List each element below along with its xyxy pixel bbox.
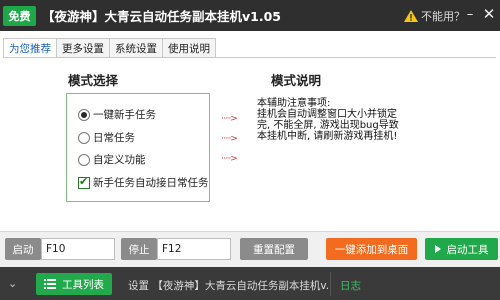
tab-instructions[interactable]: 使用说明 — [162, 38, 216, 57]
add-to-desktop-button[interactable]: 一键添加到桌面 — [326, 238, 417, 260]
mode-select-title: 模式选择 — [68, 73, 119, 88]
radio-checked-icon[interactable] — [78, 108, 90, 121]
chevron-down-icon[interactable]: ⌄ — [8, 277, 17, 290]
tab-more-settings[interactable]: 更多设置 — [56, 38, 110, 57]
note-line: 完, 不能全屏, 游戏出现bug导致 — [257, 120, 399, 131]
tool-list-button[interactable]: 工具列表 — [36, 273, 112, 295]
note-line: 本挂机中断, 请刷新游戏再挂机! — [257, 131, 398, 142]
option-label: 日常任务 — [93, 132, 135, 144]
not-working-label: 不能用？ — [421, 10, 465, 23]
minimize-button[interactable]: – — [462, 6, 478, 22]
option-label: 新手任务自动接日常任务 — [93, 177, 209, 189]
close-button[interactable]: ✕ — [481, 5, 497, 23]
start-tool-button[interactable]: 启动工具 — [425, 238, 498, 260]
radio-unchecked-icon[interactable] — [78, 153, 90, 166]
app-title: 【夜游神】大青云自动任务副本挂机v1.05 — [42, 9, 281, 24]
mode-explain-text: 本辅助注意事项: 挂机会自动调整窗口大小并锁定 完, 不能全屏, 游戏出现bug… — [257, 98, 417, 142]
option-label: 自定义功能 — [93, 154, 146, 166]
tab-divider — [3, 57, 496, 58]
checkbox-checked-icon[interactable] — [78, 175, 90, 189]
arrow-indicator: ·····> — [221, 154, 238, 164]
tool-list-label: 工具列表 — [62, 278, 104, 291]
warning-icon — [404, 10, 418, 22]
status-text: 设置 【夜游神】大青云自动任务副本挂机v... — [128, 280, 328, 292]
option-auto-daily-checkbox[interactable]: 新手任务自动接日常任务 — [78, 175, 209, 190]
start-tool-label: 启动工具 — [446, 243, 489, 256]
stop-hotkey-label: 停止 — [121, 238, 157, 260]
free-badge: 免费 — [3, 5, 36, 26]
tab-recommended[interactable]: 为您推荐 — [3, 38, 57, 58]
reset-config-button[interactable]: 重置配置 — [240, 238, 308, 260]
stop-hotkey-input[interactable]: F12 — [157, 238, 231, 260]
tab-system-settings[interactable]: 系统设置 — [109, 38, 163, 57]
start-hotkey-label: 启动 — [5, 238, 41, 260]
status-divider — [330, 272, 331, 296]
list-icon — [44, 279, 56, 289]
arrow-indicator: ·····> — [221, 114, 238, 124]
radio-unchecked-icon[interactable] — [78, 131, 90, 144]
option-newbie-task[interactable]: 一键新手任务 — [78, 107, 156, 122]
option-label: 一键新手任务 — [93, 109, 156, 121]
option-custom-function[interactable]: 自定义功能 — [78, 152, 146, 167]
start-hotkey-input[interactable]: F10 — [41, 238, 115, 260]
option-daily-task[interactable]: 日常任务 — [78, 130, 135, 145]
log-link[interactable]: 日志 — [340, 278, 361, 293]
not-working-link[interactable]: 不能用？ — [404, 8, 465, 24]
note-line: 本辅助注意事项: — [257, 98, 331, 109]
play-icon — [434, 245, 441, 253]
tab-bar: 为您推荐 更多设置 系统设置 使用说明 — [3, 38, 216, 58]
arrow-indicator: ·····> — [221, 134, 238, 144]
note-line: 挂机会自动调整窗口大小并锁定 — [257, 109, 397, 120]
mode-explain-title: 模式说明 — [271, 73, 322, 88]
